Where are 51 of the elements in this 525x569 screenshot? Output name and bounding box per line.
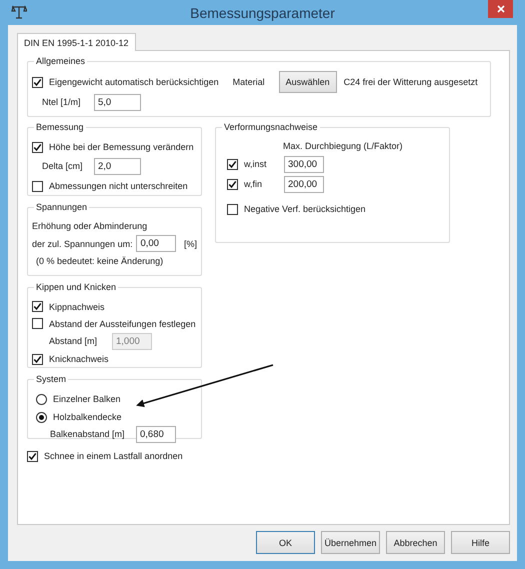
field-label: Erhöhung oder Abminderung [32, 221, 148, 231]
tab[interactable]: DIN EN 1995-1-1 2010-12 [17, 33, 136, 51]
dialog-button[interactable]: Abbrechen [386, 531, 445, 554]
checkbox-label: w,inst [244, 159, 267, 169]
dialog-button[interactable]: Hilfe [451, 531, 510, 554]
checkbox-label: Eigengewicht automatisch berücksichtigen [49, 77, 219, 87]
radio-button[interactable] [36, 394, 47, 404]
input-field[interactable]: 0,680 [136, 426, 176, 442]
checkbox[interactable] [32, 354, 43, 364]
input-field[interactable]: 0,00 [136, 235, 176, 252]
window-title: Bemessungsparameter [189, 4, 336, 20]
select-button[interactable]: Auswählen [278, 71, 337, 93]
field-label: C24 frei der Witterung ausgesetzt [344, 77, 478, 87]
checkbox[interactable] [32, 76, 43, 88]
radio-button[interactable] [36, 412, 47, 422]
input-field[interactable]: 200,00 [284, 176, 324, 192]
checkbox[interactable] [32, 180, 43, 192]
radio-label: Einzelner Balken [53, 394, 121, 404]
input-field[interactable]: 2,0 [94, 158, 141, 174]
field-label: Abstand [m] [49, 336, 98, 346]
checkbox-label: Schnee in einem Lastfall anordnen [44, 451, 183, 461]
field-label: Max. Durchbiegung (L/Faktor) [283, 141, 403, 151]
field-label: Balkenabstand [m] [50, 429, 126, 439]
field-label: der zul. Spannungen um: [32, 238, 134, 248]
checkbox[interactable] [227, 158, 238, 170]
input-field[interactable]: 300,00 [284, 156, 324, 172]
dialog-button[interactable]: OK [256, 531, 315, 554]
dialog-button[interactable]: Übernehmen [321, 531, 380, 554]
field-label: (0 % bedeutet: keine Änderung) [36, 256, 164, 266]
checkbox-label: Knicknachweis [49, 354, 109, 364]
checkbox[interactable] [27, 450, 38, 462]
checkbox[interactable] [32, 301, 43, 312]
field-label: Delta [cm] [42, 161, 84, 171]
checkbox[interactable] [32, 142, 43, 152]
field-label: [%] [184, 238, 197, 248]
close-button[interactable] [488, 0, 513, 18]
checkbox-label: Negative Verf. berücksichtigen [244, 204, 366, 214]
checkbox-label: w,fin [244, 179, 262, 189]
checkbox[interactable] [227, 204, 238, 214]
app-icon [11, 5, 27, 19]
checkbox[interactable] [227, 178, 238, 190]
checkbox[interactable] [32, 318, 43, 329]
field-label: Material [232, 77, 265, 87]
radio-label: Holzbalkendecke [53, 412, 122, 422]
input-field[interactable]: 5,0 [94, 94, 141, 110]
checkbox-label: Abstand der Aussteifungen festlegen [49, 318, 196, 328]
field-label: Ntel [1/m] [42, 97, 82, 107]
close-icon [496, 5, 504, 13]
checkbox-label: Abmessungen nicht unterschreiten [49, 181, 188, 191]
checkbox-label: Kippnachweis [49, 302, 105, 312]
checkbox-label: Höhe bei der Bemessung verändern [49, 142, 194, 152]
